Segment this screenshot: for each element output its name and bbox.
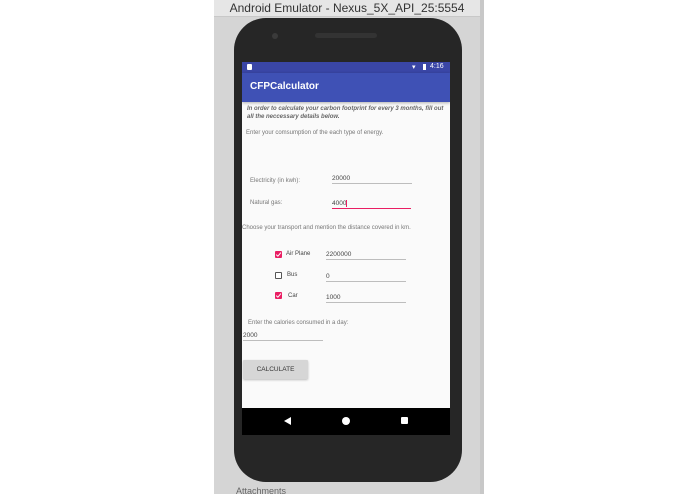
check-icon — [275, 252, 282, 257]
calculate-button[interactable]: CALCULATE — [243, 360, 308, 379]
transport-prompt: Choose your transport and mention the di… — [242, 225, 411, 231]
recents-icon[interactable] — [401, 417, 408, 424]
airplane-distance-input[interactable]: 2200000 — [326, 251, 406, 260]
speaker-grille — [315, 33, 377, 38]
bus-checkbox[interactable] — [275, 272, 282, 279]
calories-prompt: Enter the calories consumed in a day: — [248, 320, 349, 326]
airplane-label: Air Plane — [286, 251, 311, 257]
electricity-label: Electricity (in kwh): — [250, 178, 301, 184]
emulator-titlebar[interactable]: Android Emulator - Nexus_5X_API_25:5554 — [214, 0, 480, 17]
check-icon — [275, 293, 282, 298]
app-bar: CFPCalculator — [242, 73, 450, 102]
airplane-checkbox[interactable] — [275, 251, 282, 258]
energy-prompt: Enter your comsumption of the each type … — [246, 130, 384, 136]
app-title: CFPCalculator — [250, 81, 319, 92]
car-label: Car — [288, 293, 298, 299]
emulator-title: Android Emulator - Nexus_5X_API_25:5554 — [229, 1, 465, 15]
intro-text: In order to calculate your carbon footpr… — [247, 106, 444, 120]
bus-label: Bus — [287, 272, 298, 278]
car-distance-input[interactable]: 1000 — [326, 294, 406, 303]
status-bar: ▾ 4:16 — [242, 62, 450, 73]
natural-gas-label: Natural gas: — [250, 200, 283, 206]
sim-icon — [247, 64, 252, 70]
text-cursor — [346, 200, 348, 207]
electricity-input[interactable]: 20000 — [332, 175, 412, 184]
back-icon[interactable] — [284, 417, 291, 425]
emulator-side-edge — [480, 0, 484, 494]
home-icon[interactable] — [342, 417, 350, 425]
bus-distance-input[interactable]: 0 — [326, 273, 406, 282]
car-checkbox[interactable] — [275, 292, 282, 299]
battery-icon — [423, 64, 426, 70]
background-window-text: Attachments — [236, 486, 287, 496]
calories-input[interactable]: 2000 — [243, 332, 323, 341]
natural-gas-value: 4000 — [332, 200, 347, 208]
device-screen: ▾ 4:16 CFPCalculator In order to calcula… — [242, 62, 450, 435]
navigation-bar — [242, 408, 450, 435]
status-time: 4:16 — [430, 63, 444, 70]
signal-icon: ▾ — [412, 64, 416, 71]
natural-gas-input[interactable]: 4000 — [332, 200, 411, 209]
front-camera-icon — [272, 33, 278, 39]
